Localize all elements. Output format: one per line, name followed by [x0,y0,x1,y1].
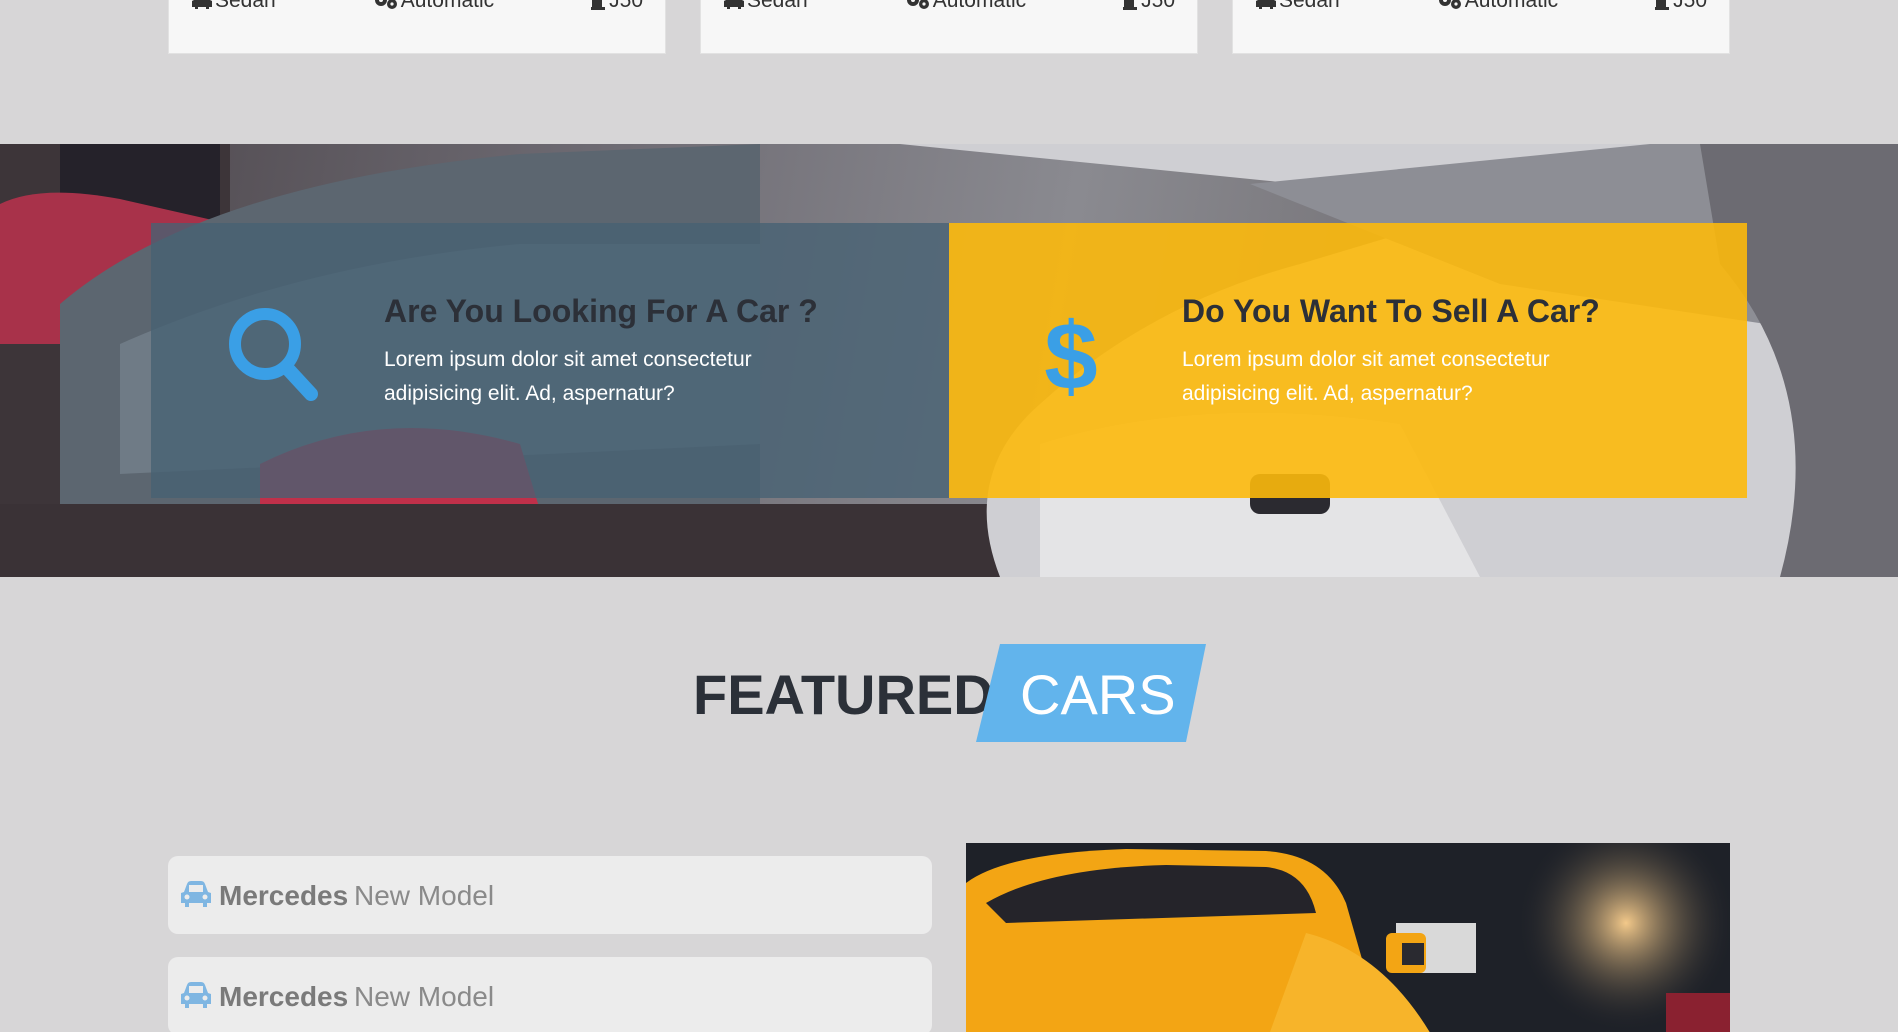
spec-row: Sedan Automatic J50 [191,0,643,11]
spec-fuel-label: J50 [609,0,643,12]
car-brand: Mercedes [219,981,349,1012]
spec-fuel: J50 [1655,0,1707,11]
spec-type-label: Sedan [215,0,276,12]
hero-banner: Are You Looking For A Car ? Lorem ipsum … [0,144,1898,577]
spec-type: Sedan [723,0,808,11]
search-icon [229,308,318,401]
spec-transmission-label: Automatic [1464,0,1559,12]
looking-for-car-panel[interactable]: Are You Looking For A Car ? Lorem ipsum … [151,223,949,498]
car-card-specs[interactable]: Sedan Automatic J50 [1232,0,1730,54]
featured-heading: FEATURED CARS [0,644,1898,742]
yellow-car-photo [966,843,1730,1032]
featured-heading-highlight: CARS [1020,663,1176,726]
fuel-icon [1123,0,1138,10]
spec-fuel: J50 [591,0,643,11]
car-icon [1256,0,1276,9]
fuel-icon [591,0,606,10]
sell-text: Lorem ipsum dolor sit amet consectetur a… [1182,348,1550,405]
gears-icon [906,0,929,9]
car-model: New Model [354,880,495,911]
dollar-icon: $ [1044,309,1097,401]
spec-transmission: Automatic [1437,0,1558,11]
gears-icon [1438,0,1461,9]
car-card-specs[interactable]: Sedan Automatic J50 [168,0,666,54]
car-icon [724,0,744,9]
spec-transmission-label: Automatic [932,0,1027,12]
gears-icon [374,0,397,9]
spec-fuel-label: J50 [1141,0,1175,12]
spec-fuel-label: J50 [1673,0,1707,12]
featured-car-image[interactable] [966,843,1730,1032]
svg-text:$: $ [1044,309,1097,401]
car-model: New Model [354,981,495,1012]
car-icon [192,0,212,9]
spec-fuel: J50 [1123,0,1175,11]
car-brand: Mercedes [219,880,349,911]
fuel-icon [1655,0,1670,10]
spec-type: Sedan [191,0,276,11]
sell-car-panel[interactable]: $ Do You Want To Sell A Car? Lorem ipsum… [949,223,1747,498]
featured-heading-word: FEATURED [693,663,994,726]
spec-row: Sedan Automatic J50 [723,0,1175,11]
list-item[interactable]: Mercedes New Model [168,856,932,934]
sell-title: Do You Want To Sell A Car? [1182,293,1600,329]
car-icon [181,982,211,1008]
looking-title: Are You Looking For A Car ? [384,293,818,329]
spec-type-label: Sedan [1279,0,1340,12]
spec-transmission-label: Automatic [400,0,495,12]
spec-transmission: Automatic [373,0,494,11]
car-card-specs[interactable]: Sedan Automatic J50 [700,0,1198,54]
spec-type-label: Sedan [747,0,808,12]
list-item[interactable]: Mercedes New Model [168,957,932,1032]
car-icon [181,881,211,907]
looking-text: Lorem ipsum dolor sit amet consectetur a… [384,348,752,405]
spec-transmission: Automatic [905,0,1026,11]
spec-row: Sedan Automatic J50 [1255,0,1707,11]
spec-type: Sedan [1255,0,1340,11]
page: Sedan Automatic J50 Sedan Automatic J50 … [0,0,1898,1032]
